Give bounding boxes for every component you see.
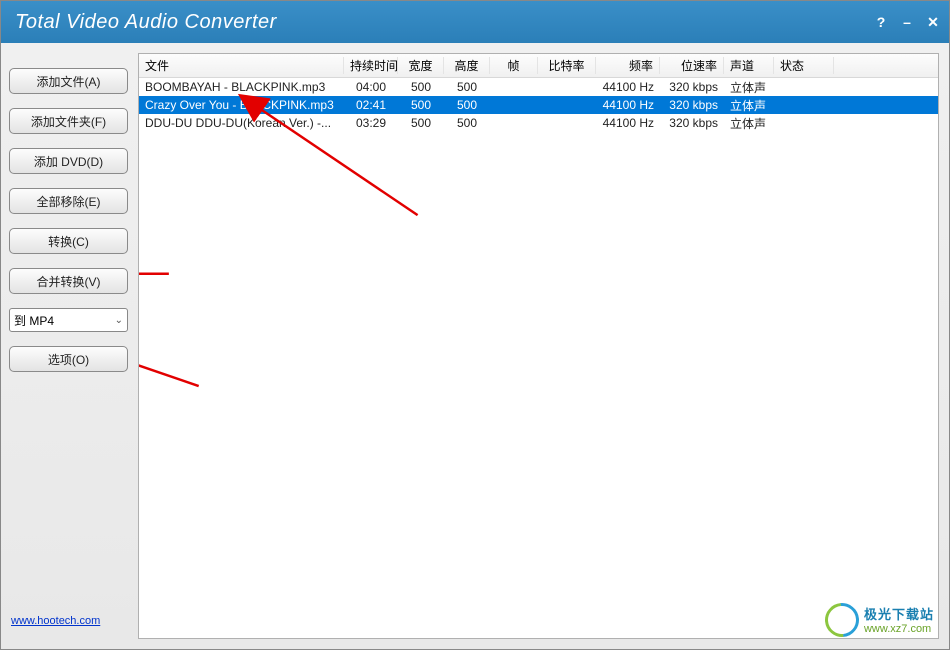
- col-bitrate[interactable]: 比特率: [538, 57, 596, 74]
- add-file-button[interactable]: 添加文件(A): [9, 68, 128, 94]
- chevron-down-icon: ⌄: [115, 315, 123, 326]
- col-frequency[interactable]: 频率: [596, 57, 660, 74]
- annotation-arrows: [139, 54, 938, 638]
- cell-freq: 44100 Hz: [596, 116, 660, 130]
- watermark-logo-icon: [824, 602, 858, 636]
- merge-convert-button[interactable]: 合并转换(V): [9, 268, 128, 294]
- watermark-url: www.xz7.com: [864, 623, 934, 635]
- convert-button[interactable]: 转换(C): [9, 228, 128, 254]
- table-row[interactable]: BOOMBAYAH - BLACKPINK.mp304:005005004410…: [139, 78, 938, 96]
- watermark: 极光下载站 www.xz7.com: [824, 602, 934, 636]
- cell-file: DDU-DU DDU-DU(Korean Ver.) -...: [139, 116, 344, 130]
- cell-h: 500: [444, 80, 490, 94]
- cell-rate: 320 kbps: [660, 98, 724, 112]
- add-dvd-button[interactable]: 添加 DVD(D): [9, 148, 128, 174]
- cell-w: 500: [398, 98, 444, 112]
- cell-freq: 44100 Hz: [596, 98, 660, 112]
- format-select-value: 到 MP4: [14, 312, 54, 329]
- help-icon[interactable]: ?: [873, 14, 889, 30]
- cell-freq: 44100 Hz: [596, 80, 660, 94]
- col-duration[interactable]: 持续时间: [344, 57, 398, 74]
- cell-h: 500: [444, 116, 490, 130]
- window-controls: ? – ✕: [873, 14, 941, 31]
- col-fps[interactable]: 帧: [490, 57, 538, 74]
- col-bitspeed[interactable]: 位速率: [660, 57, 724, 74]
- cell-dur: 04:00: [344, 80, 398, 94]
- cell-file: Crazy Over You - BLACKPINK.mp3: [139, 98, 344, 112]
- app-body: 添加文件(A) 添加文件夹(F) 添加 DVD(D) 全部移除(E) 转换(C)…: [1, 43, 949, 649]
- cell-chan: 立体声: [724, 79, 774, 96]
- format-select[interactable]: 到 MP4 ⌄: [9, 308, 128, 332]
- col-width[interactable]: 宽度: [398, 57, 444, 74]
- cell-file: BOOMBAYAH - BLACKPINK.mp3: [139, 80, 344, 94]
- remove-all-button[interactable]: 全部移除(E): [9, 188, 128, 214]
- cell-rate: 320 kbps: [660, 80, 724, 94]
- cell-dur: 02:41: [344, 98, 398, 112]
- footer-link[interactable]: www.hootech.com: [9, 609, 128, 639]
- table-row[interactable]: Crazy Over You - BLACKPINK.mp302:4150050…: [139, 96, 938, 114]
- cell-dur: 03:29: [344, 116, 398, 130]
- cell-w: 500: [398, 80, 444, 94]
- watermark-text: 极光下载站: [864, 604, 934, 623]
- col-status[interactable]: 状态: [774, 57, 834, 74]
- sidebar: 添加文件(A) 添加文件夹(F) 添加 DVD(D) 全部移除(E) 转换(C)…: [1, 43, 136, 649]
- minimize-icon[interactable]: –: [899, 14, 915, 30]
- add-folder-button[interactable]: 添加文件夹(F): [9, 108, 128, 134]
- cell-rate: 320 kbps: [660, 116, 724, 130]
- cell-h: 500: [444, 98, 490, 112]
- table-body: BOOMBAYAH - BLACKPINK.mp304:005005004410…: [139, 78, 938, 132]
- cell-w: 500: [398, 116, 444, 130]
- cell-chan: 立体声: [724, 115, 774, 132]
- col-channel[interactable]: 声道: [724, 57, 774, 74]
- col-file[interactable]: 文件: [139, 57, 344, 74]
- titlebar: Total Video Audio Converter ? – ✕: [1, 1, 949, 43]
- table-header: 文件 持续时间 宽度 高度 帧 比特率 频率 位速率 声道 状态: [139, 54, 938, 78]
- options-button[interactable]: 选项(O): [9, 346, 128, 372]
- app-title: Total Video Audio Converter: [15, 11, 873, 34]
- cell-chan: 立体声: [724, 97, 774, 114]
- col-height[interactable]: 高度: [444, 57, 490, 74]
- table-row[interactable]: DDU-DU DDU-DU(Korean Ver.) -...03:295005…: [139, 114, 938, 132]
- close-icon[interactable]: ✕: [925, 14, 941, 31]
- file-list-panel: 文件 持续时间 宽度 高度 帧 比特率 频率 位速率 声道 状态 BOOMBAY…: [138, 53, 939, 639]
